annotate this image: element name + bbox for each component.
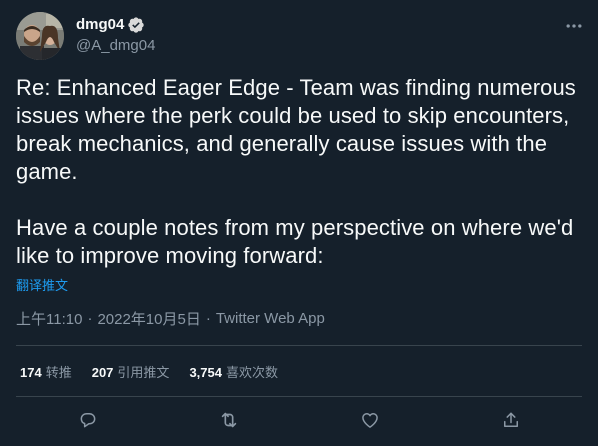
- quotes-stat[interactable]: 207 引用推文: [92, 362, 170, 381]
- like-heart-icon: [362, 413, 378, 428]
- meta-separator: ·: [87, 310, 93, 327]
- quotes-count: 207: [91, 365, 114, 380]
- avatar[interactable]: [16, 12, 64, 60]
- quotes-label: 引用推文: [117, 366, 170, 381]
- retweet-icon: [221, 412, 237, 428]
- reply-icon: [80, 413, 96, 428]
- translate-tweet-link[interactable]: 翻译推文: [16, 275, 68, 294]
- name-row: dmg04: [76, 15, 155, 35]
- tweet-time[interactable]: 上午11:10: [16, 308, 82, 329]
- verified-badge-icon: [127, 16, 145, 34]
- tweet-meta: 上午11:10 · 2022年10月5日 · Twitter Web App: [16, 308, 325, 329]
- retweet-button[interactable]: [217, 408, 241, 432]
- divider-top: [16, 345, 582, 346]
- retweets-count: 174: [20, 365, 42, 380]
- likes-label: 喜欢次数: [225, 366, 278, 381]
- likes-count: 3,754: [189, 365, 222, 380]
- tweet-date[interactable]: 2022年10月5日: [97, 308, 200, 329]
- share-button[interactable]: [499, 408, 523, 432]
- likes-stat[interactable]: 3,754 喜欢次数: [189, 362, 278, 381]
- user-handle[interactable]: @A_dmg04: [76, 36, 155, 56]
- more-options-button[interactable]: [562, 14, 586, 38]
- retweets-label: 转推: [45, 366, 72, 381]
- tweet-source[interactable]: Twitter Web App: [216, 310, 325, 327]
- like-button[interactable]: [358, 408, 382, 432]
- tweet-actions: [0, 400, 598, 444]
- reply-button[interactable]: [76, 408, 100, 432]
- more-options-icon: [566, 24, 582, 28]
- retweets-stat[interactable]: 174 转推: [20, 362, 72, 381]
- divider-bottom: [16, 396, 582, 397]
- tweet-card: dmg04 @A_dmg04 Re: Enhanced Eager Edge -…: [0, 0, 598, 446]
- author-block: dmg04 @A_dmg04: [76, 15, 155, 56]
- meta-separator: ·: [205, 310, 211, 327]
- display-name[interactable]: dmg04: [76, 15, 124, 35]
- tweet-stats: 174 转推 207 引用推文 3,754 喜欢次数: [20, 362, 298, 381]
- share-icon: [504, 412, 518, 427]
- avatar-photo: [16, 12, 64, 60]
- tweet-text: Re: Enhanced Eager Edge - Team was findi…: [16, 75, 576, 268]
